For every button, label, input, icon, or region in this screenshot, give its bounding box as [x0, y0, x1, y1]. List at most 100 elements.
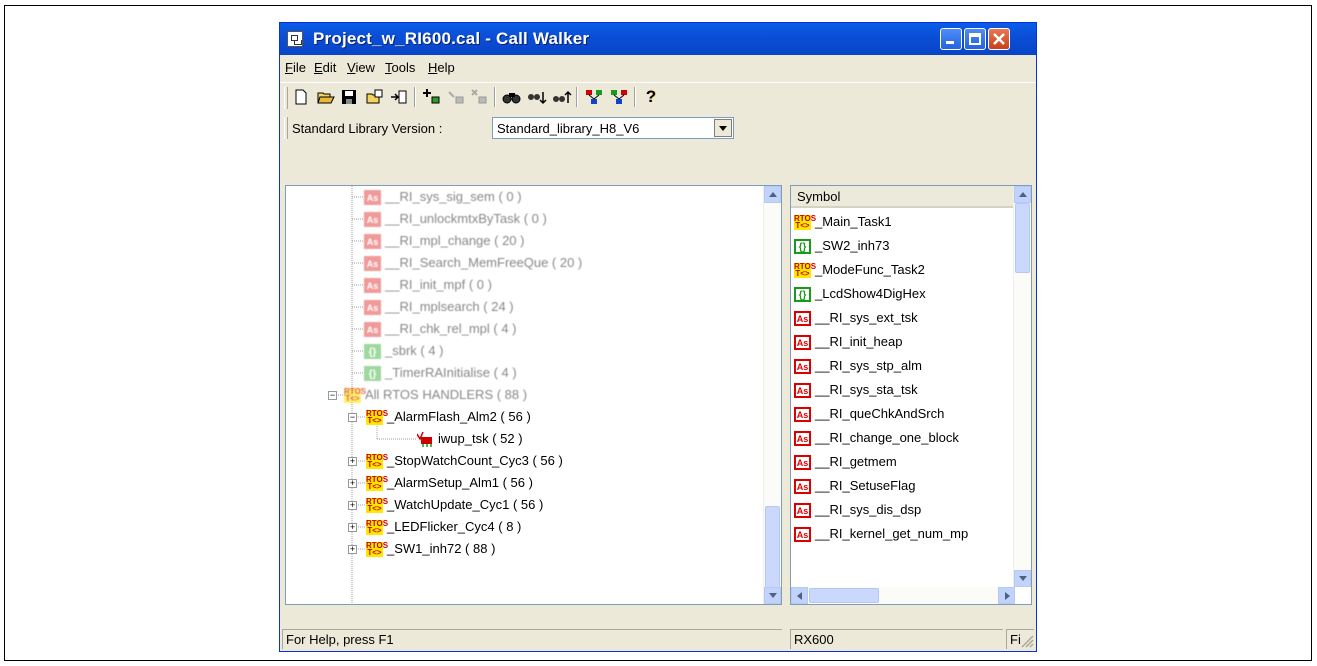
scroll-down-button[interactable]: [1014, 570, 1031, 587]
tree-node[interactable]: RTOS T<> _AlarmFlash_Alm2 ( 56 ): [366, 406, 531, 428]
menu-view[interactable]: View: [347, 60, 375, 75]
rtos-handler-icon: RTOS T<>: [366, 475, 389, 492]
new-file-icon[interactable]: [292, 88, 310, 106]
tree-node[interactable]: {} _TimerRAInitialise ( 4 ): [364, 362, 517, 384]
list-item[interactable]: RTOS T<> _ModeFunc_Task2: [794, 258, 925, 282]
assembler-icon: As: [794, 527, 811, 543]
tree-node[interactable]: As __RI_unlockmtxByTask ( 0 ): [364, 208, 547, 230]
list-item[interactable]: As __RI_kernel_get_num_mp: [794, 522, 968, 546]
menu-tools[interactable]: Tools: [385, 60, 415, 75]
list-item[interactable]: {} _LcdShow4DigHex: [794, 282, 926, 306]
scroll-left-button[interactable]: [791, 587, 808, 604]
rtos-task-icon: RTOS T<>: [794, 262, 817, 279]
list-item[interactable]: As __RI_change_one_block: [794, 426, 959, 450]
menu-help[interactable]: Help: [428, 60, 455, 75]
rtos-handler-icon: RTOS T<>: [366, 409, 389, 426]
assembler-icon: As: [794, 479, 811, 495]
assembler-icon: As: [794, 407, 811, 423]
list-item[interactable]: As __RI_getmem: [794, 450, 897, 474]
call-tree-view[interactable]: − − + + + + + As __RI_sys_sig_sem ( 0 ) A…: [285, 185, 782, 605]
tree-node-rtos-handlers[interactable]: RTOS T<> All RTOS HANDLERS ( 88 ): [344, 384, 527, 406]
tree-node[interactable]: As __RI_init_mpf ( 0 ): [364, 274, 492, 296]
add-symbol-icon[interactable]: [423, 88, 441, 106]
help-icon[interactable]: ?: [642, 88, 660, 106]
assembler-icon: As: [794, 431, 811, 447]
open-project-icon[interactable]: [366, 88, 384, 106]
caller-tree-icon[interactable]: [610, 88, 628, 106]
save-icon[interactable]: [340, 88, 358, 106]
tree-node[interactable]: RTOS T<> _SW1_inh72 ( 88 ): [366, 538, 495, 560]
menu-file[interactable]: File: [285, 60, 306, 75]
list-item[interactable]: As __RI_sys_sta_tsk: [794, 378, 918, 402]
scroll-down-button[interactable]: [764, 587, 781, 604]
menu-edit[interactable]: Edit: [314, 60, 336, 75]
assembler-icon: As: [794, 311, 811, 327]
list-item[interactable]: As __RI_init_heap: [794, 330, 902, 354]
list-item[interactable]: As __RI_sys_stp_alm: [794, 354, 922, 378]
scroll-right-button[interactable]: [998, 587, 1015, 604]
list-item[interactable]: As __RI_SetuseFlag: [794, 474, 915, 498]
tree-node[interactable]: RTOS T<> _AlarmSetup_Alm1 ( 56 ): [366, 472, 533, 494]
scroll-up-button[interactable]: [1014, 186, 1031, 203]
chevron-down-icon[interactable]: [714, 119, 732, 137]
list-item[interactable]: As __RI_sys_dis_dsp: [794, 498, 921, 522]
find-previous-icon[interactable]: [552, 88, 572, 106]
collapse-toggle[interactable]: −: [328, 391, 337, 400]
assembler-icon: As: [794, 455, 811, 471]
call-tree-icon[interactable]: [585, 88, 603, 106]
tree-node[interactable]: As __RI_chk_rel_mpl ( 4 ): [364, 318, 517, 340]
collapse-toggle[interactable]: −: [348, 413, 357, 422]
assembler-icon: As: [364, 322, 381, 338]
expand-toggle[interactable]: +: [348, 479, 357, 488]
expand-toggle[interactable]: +: [348, 523, 357, 532]
maximize-button[interactable]: [964, 28, 986, 50]
list-item[interactable]: RTOS T<> _Main_Task1: [794, 210, 892, 234]
minimize-button[interactable]: [940, 28, 962, 50]
delete-symbol-icon[interactable]: [470, 88, 488, 106]
symbol-horizontal-scrollbar[interactable]: [791, 587, 1015, 604]
window-title: Project_w_RI600.cal - Call Walker: [313, 29, 590, 48]
rtos-task-icon: RTOS T<>: [794, 214, 817, 231]
resize-grip-icon[interactable]: [1020, 634, 1034, 648]
scroll-up-button[interactable]: [764, 186, 781, 203]
find-icon[interactable]: [502, 88, 521, 106]
tree-node[interactable]: {} _sbrk ( 4 ): [364, 340, 444, 362]
library-version-label: Standard Library Version :: [292, 121, 443, 136]
list-item[interactable]: {} _SW2_inh73: [794, 234, 889, 258]
symbol-vertical-scrollbar[interactable]: [1013, 186, 1031, 587]
import-icon[interactable]: [390, 88, 408, 106]
edit-symbol-icon[interactable]: [447, 88, 465, 106]
expand-toggle[interactable]: +: [348, 545, 357, 554]
task-service-icon: [416, 431, 434, 448]
library-bar-grip[interactable]: [284, 117, 288, 139]
tree-vertical-scrollbar[interactable]: [763, 186, 781, 604]
library-bar: Standard Library Version : Standard_libr…: [280, 113, 1036, 143]
scroll-thumb[interactable]: [1015, 203, 1030, 273]
list-item[interactable]: As __RI_sys_ext_tsk: [794, 306, 918, 330]
tree-node[interactable]: As __RI_sys_sig_sem ( 0 ): [364, 186, 522, 208]
function-icon: {}: [364, 344, 381, 360]
tree-node[interactable]: iwup_tsk ( 52 ): [416, 428, 523, 450]
expand-toggle[interactable]: +: [348, 457, 357, 466]
symbol-list[interactable]: Symbol RTOS T<> _Main_Task1 {} _SW2_inh73 R…: [790, 185, 1032, 605]
scroll-thumb[interactable]: [809, 588, 879, 603]
status-help-text: For Help, press F1: [282, 629, 782, 649]
assembler-icon: As: [794, 359, 811, 375]
expand-toggle[interactable]: +: [348, 501, 357, 510]
library-version-select[interactable]: Standard_library_H8_V6: [492, 117, 734, 139]
find-next-icon[interactable]: [527, 88, 547, 106]
list-item[interactable]: As __RI_queChkAndSrch: [794, 402, 944, 426]
library-version-value: Standard_library_H8_V6: [497, 121, 640, 136]
tree-node[interactable]: RTOS T<> _LEDFlicker_Cyc4 ( 8 ): [366, 516, 521, 538]
symbol-column-header[interactable]: Symbol: [791, 186, 1015, 208]
tree-node[interactable]: As __RI_mpl_change ( 20 ): [364, 230, 524, 252]
tree-node[interactable]: As __RI_mplsearch ( 24 ): [364, 296, 514, 318]
close-button[interactable]: [988, 28, 1010, 50]
tree-node[interactable]: RTOS T<> _StopWatchCount_Cyc3 ( 56 ): [366, 450, 563, 472]
scroll-thumb[interactable]: [765, 506, 780, 588]
tree-node[interactable]: RTOS T<> _WatchUpdate_Cyc1 ( 56 ): [366, 494, 543, 516]
open-folder-icon[interactable]: [317, 88, 335, 106]
tree-node[interactable]: As __RI_Search_MemFreeQue ( 20 ): [364, 252, 582, 274]
title-bar[interactable]: Project_w_RI600.cal - Call Walker: [280, 23, 1036, 55]
toolbar-grip[interactable]: [284, 87, 288, 109]
